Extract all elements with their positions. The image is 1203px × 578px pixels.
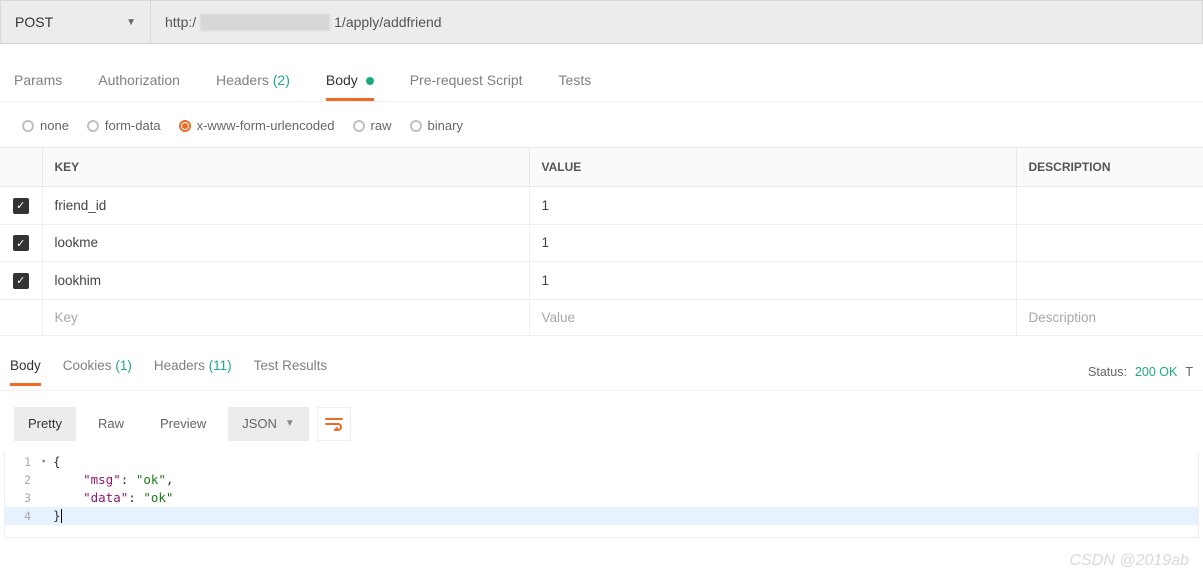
body-type-radios: none form-data x-www-form-urlencoded raw…: [0, 102, 1203, 147]
redacted-host: [200, 14, 330, 31]
status-trail: T: [1185, 365, 1193, 379]
request-tabs: Params Authorization Headers (2) Body Pr…: [0, 44, 1203, 102]
table-row: ✓ lookme 1: [0, 224, 1203, 262]
cell-value[interactable]: 1: [529, 187, 1016, 225]
resp-headers-count: (11): [209, 358, 232, 373]
code-indent: [53, 490, 83, 505]
code-key: "data": [83, 490, 128, 505]
headers-count: (2): [273, 72, 290, 88]
radio-label: binary: [428, 118, 463, 133]
response-header-row: Body Cookies (1) Headers (11) Test Resul…: [0, 336, 1203, 386]
tab-resp-body[interactable]: Body: [10, 358, 41, 386]
cell-key[interactable]: friend_id: [42, 187, 529, 225]
tab-tests[interactable]: Tests: [559, 72, 592, 101]
col-key: KEY: [42, 148, 529, 187]
checkbox-icon[interactable]: ✓: [13, 235, 29, 251]
method-label: POST: [15, 14, 53, 30]
tab-body-label: Body: [326, 72, 358, 88]
cell-desc[interactable]: [1016, 187, 1203, 225]
status-block: Status: 200 OK T: [1088, 365, 1193, 379]
col-value: VALUE: [529, 148, 1016, 187]
radio-xwww[interactable]: x-www-form-urlencoded: [179, 118, 335, 133]
cell-value[interactable]: 1: [529, 262, 1016, 300]
col-desc: DESCRIPTION: [1016, 148, 1203, 187]
cookies-count: (1): [115, 358, 132, 373]
chevron-down-icon: ▼: [285, 418, 295, 429]
radio-none[interactable]: none: [22, 118, 69, 133]
table-row-new: Key Value Description: [0, 299, 1203, 335]
tab-resp-tests[interactable]: Test Results: [254, 358, 328, 386]
checkbox-icon[interactable]: ✓: [13, 273, 29, 289]
table-row: ✓ lookhim 1: [0, 262, 1203, 300]
response-body-code[interactable]: 1▾{ 2 "msg": "ok", 3 "data": "ok" 4}: [4, 451, 1199, 538]
code-key: "msg": [83, 472, 121, 487]
view-pretty-button[interactable]: Pretty: [14, 407, 76, 441]
url-input[interactable]: http:/ 1/apply/addfriend: [151, 1, 1202, 43]
cell-desc[interactable]: [1016, 262, 1203, 300]
radio-icon: [179, 120, 191, 132]
tab-resp-cookies[interactable]: Cookies (1): [63, 358, 132, 386]
watermark: CSDN @2019ab: [1070, 552, 1189, 570]
placeholder-key[interactable]: Key: [42, 299, 529, 335]
radio-label: form-data: [105, 118, 161, 133]
tab-authorization[interactable]: Authorization: [98, 72, 180, 101]
tab-prerequest[interactable]: Pre-request Script: [410, 72, 523, 101]
code-comma: ,: [166, 472, 174, 487]
radio-binary[interactable]: binary: [410, 118, 463, 133]
radio-icon: [87, 120, 99, 132]
wrap-lines-icon[interactable]: [317, 407, 351, 441]
tab-resp-headers-label: Headers: [154, 358, 205, 373]
radio-label: none: [40, 118, 69, 133]
url-text-part: 1/apply/addfriend: [334, 14, 441, 30]
cell-desc[interactable]: [1016, 224, 1203, 262]
cell-key[interactable]: lookhim: [42, 262, 529, 300]
code-str: "ok": [136, 472, 166, 487]
tab-headers-label: Headers: [216, 72, 269, 88]
tab-headers[interactable]: Headers (2): [216, 72, 290, 101]
code-brace: {: [53, 453, 1198, 471]
tab-resp-headers[interactable]: Headers (11): [154, 358, 232, 386]
tab-resp-cookies-label: Cookies: [63, 358, 112, 373]
status-code: 200 OK: [1135, 365, 1177, 379]
text-cursor: [61, 509, 62, 523]
radio-icon: [410, 120, 422, 132]
format-label: JSON: [242, 416, 277, 431]
tab-params[interactable]: Params: [14, 72, 62, 101]
radio-label: raw: [371, 118, 392, 133]
request-url-bar: POST ▼ http:/ 1/apply/addfriend: [0, 0, 1203, 44]
radio-label: x-www-form-urlencoded: [197, 118, 335, 133]
code-sep: :: [128, 490, 143, 505]
url-text-part: http:/: [165, 14, 196, 30]
cell-key[interactable]: lookme: [42, 224, 529, 262]
checkbox-icon[interactable]: ✓: [13, 198, 29, 214]
radio-formdata[interactable]: form-data: [87, 118, 161, 133]
code-indent: [53, 472, 83, 487]
view-preview-button[interactable]: Preview: [146, 407, 220, 441]
code-sep: :: [121, 472, 136, 487]
radio-raw[interactable]: raw: [353, 118, 392, 133]
code-str: "ok": [143, 490, 173, 505]
method-selector[interactable]: POST ▼: [1, 1, 151, 43]
params-table: KEY VALUE DESCRIPTION ✓ friend_id 1 ✓ lo…: [0, 147, 1203, 336]
col-checkbox: [0, 148, 42, 187]
table-row: ✓ friend_id 1: [0, 187, 1203, 225]
radio-icon: [22, 120, 34, 132]
cell-value[interactable]: 1: [529, 224, 1016, 262]
code-brace: }: [53, 508, 61, 523]
placeholder-desc[interactable]: Description: [1016, 299, 1203, 335]
tab-body[interactable]: Body: [326, 72, 374, 101]
radio-icon: [353, 120, 365, 132]
status-label: Status:: [1088, 365, 1127, 379]
active-dot-icon: [366, 77, 374, 85]
response-tabs: Body Cookies (1) Headers (11) Test Resul…: [10, 358, 327, 386]
response-view-toolbar: Pretty Raw Preview JSON ▼: [0, 390, 1203, 451]
placeholder-value[interactable]: Value: [529, 299, 1016, 335]
chevron-down-icon: ▼: [126, 17, 136, 28]
view-raw-button[interactable]: Raw: [84, 407, 138, 441]
format-selector[interactable]: JSON ▼: [228, 407, 309, 441]
